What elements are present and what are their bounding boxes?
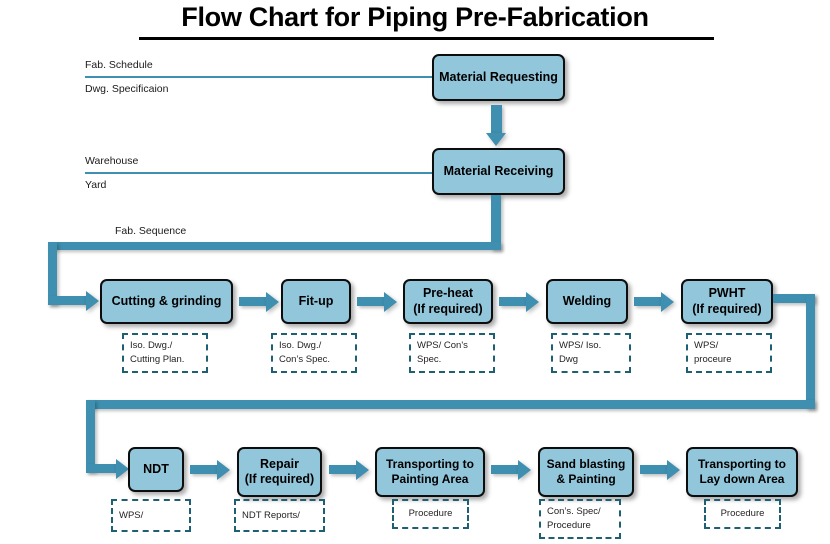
- connector-transport-painting-to-sand-blasting: [491, 465, 520, 474]
- note-sand-blasting-and-painting: Con’s. Spec/ Procedure: [539, 499, 621, 539]
- note-line: Dwg: [559, 354, 579, 365]
- node-label: Material Receiving: [443, 163, 554, 178]
- node-pre-heat[interactable]: Pre-heat (If required): [403, 279, 493, 324]
- connector-welding-to-pwht: [634, 297, 663, 306]
- node-label-line2: Painting Area: [391, 472, 469, 486]
- note-pre-heat: WPS/ Con's Spec.: [409, 333, 495, 373]
- connector-wrap-left: [86, 400, 815, 409]
- label-fab-sequence: Fab. Sequence: [115, 225, 187, 237]
- note-transporting-to-lay-down-area: Procedure: [704, 499, 781, 529]
- node-fit-up[interactable]: Fit-up: [281, 279, 351, 324]
- node-label-line2: & Painting: [556, 472, 616, 486]
- connector-row2-entry-right: [86, 464, 118, 473]
- connector-preheat-to-welding: [499, 297, 528, 306]
- source-rule-2: [85, 172, 433, 174]
- connector-row2-entry-down: [86, 400, 95, 472]
- node-label: Transporting to Lay down Area: [698, 457, 786, 486]
- note-fit-up: Iso. Dwg./ Con’s Spec.: [271, 333, 357, 373]
- node-label-line2: (If required): [413, 301, 483, 316]
- flowchart-canvas: Flow Chart for Piping Pre-Fabrication Fa…: [0, 0, 830, 544]
- node-label: Material Requesting: [439, 69, 558, 84]
- arrowhead-right-welding: [526, 292, 539, 312]
- note-line: WPS/: [694, 340, 719, 352]
- node-label-line2: Lay down Area: [699, 472, 785, 486]
- note-line: Procedure: [547, 520, 591, 531]
- note-line: proceure: [694, 354, 732, 365]
- node-label-line1: Pre-heat: [422, 286, 473, 301]
- node-welding[interactable]: Welding: [546, 279, 628, 324]
- note-pwht: WPS/ proceure: [686, 333, 772, 373]
- node-label: Repair (If required): [245, 457, 314, 488]
- note-welding: WPS/ Iso. Dwg: [551, 333, 631, 373]
- connector-cutting-to-fitup: [239, 297, 268, 306]
- source-label-warehouse: Warehouse: [85, 155, 139, 167]
- note-line: WPS/: [119, 509, 144, 521]
- source-rule-1: [85, 76, 433, 78]
- node-label: Cutting & grinding: [111, 293, 222, 308]
- title-underline: [139, 37, 714, 40]
- node-label: Fit-up: [298, 293, 334, 308]
- node-material-requesting[interactable]: Material Requesting: [432, 54, 565, 101]
- page-title: Flow Chart for Piping Pre-Fabrication: [181, 2, 649, 32]
- node-label: Sand blasting & Painting: [547, 457, 626, 486]
- node-cutting-and-grinding[interactable]: Cutting & grinding: [100, 279, 233, 324]
- node-label-line1: Repair: [260, 456, 299, 471]
- note-line: NDT Reports/: [242, 509, 300, 521]
- note-ndt: WPS/: [111, 499, 191, 532]
- connector-ndt-to-repair: [190, 465, 219, 474]
- connector-row1-entry-right: [48, 296, 88, 305]
- arrowhead-right-fitup: [266, 292, 279, 312]
- note-repair: NDT Reports/: [234, 499, 325, 532]
- node-material-receiving[interactable]: Material Receiving: [432, 148, 565, 195]
- arrowhead-right-repair: [217, 460, 230, 480]
- node-label: Transporting to Painting Area: [386, 457, 474, 486]
- node-repair[interactable]: Repair (If required): [237, 447, 322, 497]
- note-line: Con’s. Spec/: [547, 506, 601, 518]
- note-line: Procedure: [720, 508, 765, 520]
- connector-receiving-left: [48, 242, 501, 250]
- connector-wrap-down: [806, 294, 815, 409]
- node-transporting-to-painting-area[interactable]: Transporting to Painting Area: [375, 447, 485, 497]
- connector-sand-blasting-to-transport-laydown: [640, 465, 669, 474]
- note-line: Procedure: [408, 508, 453, 520]
- node-sand-blasting-and-painting[interactable]: Sand blasting & Painting: [538, 447, 634, 497]
- note-line: Iso. Dwg./: [130, 340, 173, 352]
- node-label: PWHT (If required): [692, 286, 761, 317]
- node-label: Pre-heat (If required): [413, 286, 482, 317]
- arrowhead-down-receiving: [486, 133, 506, 146]
- arrowhead-right-preheat: [384, 292, 397, 312]
- note-line: Spec.: [417, 354, 442, 365]
- node-label-line2: (If required): [692, 301, 762, 316]
- node-label-line1: Transporting to: [698, 457, 786, 472]
- source-label-dwg-specification: Dwg. Specificaion: [85, 83, 169, 95]
- connector-requesting-to-receiving: [491, 105, 502, 134]
- node-transporting-to-lay-down-area[interactable]: Transporting to Lay down Area: [686, 447, 798, 497]
- node-label-line1: Sand blasting: [546, 457, 626, 472]
- arrowhead-right-transport-laydown: [667, 460, 680, 480]
- node-label: NDT: [143, 461, 169, 476]
- node-label-line1: Transporting to: [386, 457, 474, 472]
- note-line: WPS/ Con's: [417, 340, 468, 352]
- node-label-line1: PWHT: [708, 286, 746, 301]
- node-label: Welding: [562, 293, 612, 308]
- connector-repair-to-transport-painting: [329, 465, 358, 474]
- source-label-fab-schedule: Fab. Schedule: [85, 59, 153, 71]
- note-line: Cutting Plan.: [130, 354, 185, 365]
- connector-fitup-to-preheat: [357, 297, 386, 306]
- note-line: Con’s Spec.: [279, 354, 331, 365]
- node-pwht[interactable]: PWHT (If required): [681, 279, 773, 324]
- arrowhead-right-pwht: [661, 292, 674, 312]
- note-cutting-and-grinding: Iso. Dwg./ Cutting Plan.: [122, 333, 208, 373]
- source-label-yard: Yard: [85, 179, 107, 191]
- arrowhead-right-transport-painting: [356, 460, 369, 480]
- note-transporting-to-painting-area: Procedure: [392, 499, 469, 529]
- note-line: WPS/ Iso.: [559, 340, 602, 352]
- node-ndt[interactable]: NDT: [128, 447, 184, 492]
- arrowhead-right-sand-blasting: [518, 460, 531, 480]
- note-line: Iso. Dwg./: [279, 340, 322, 352]
- node-label-line2: (If required): [244, 472, 315, 486]
- arrowhead-right-cutting: [86, 291, 99, 311]
